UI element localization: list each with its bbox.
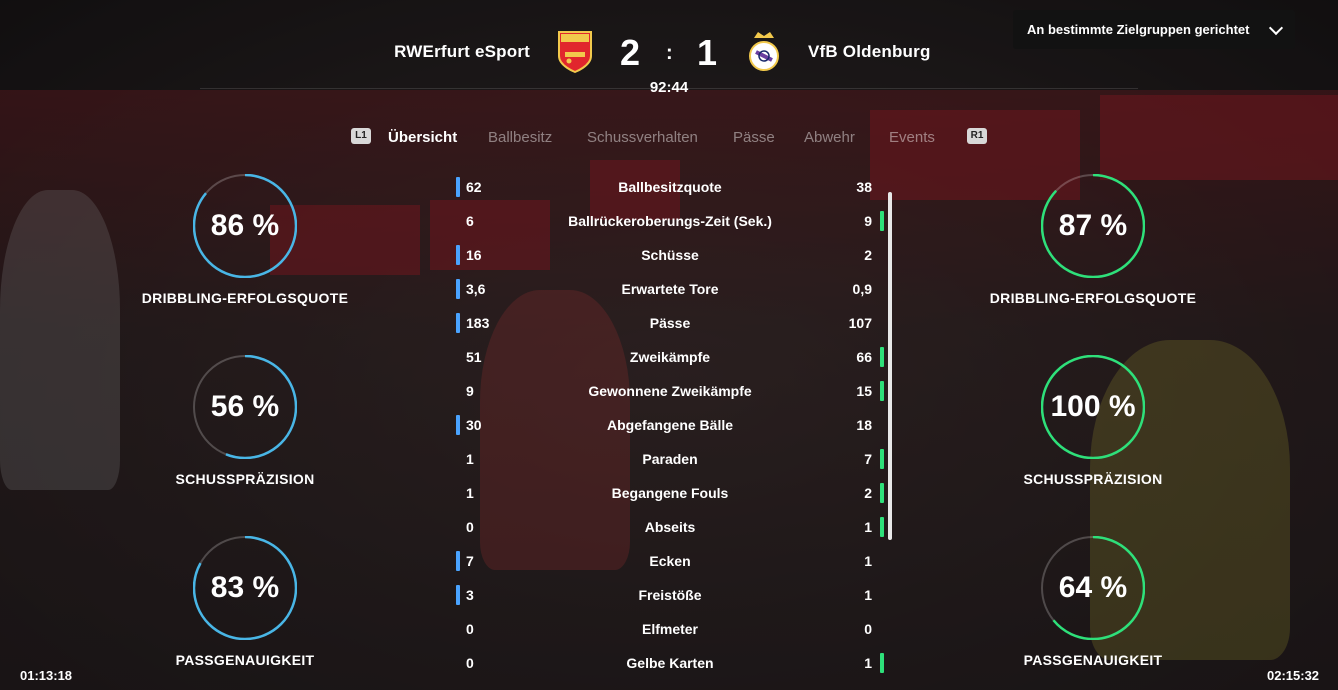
away-score: 1: [697, 32, 718, 73]
away-value: 1: [864, 587, 872, 603]
stats-tabs: L1 Übersicht Ballbesitz Schussverhalten …: [0, 128, 1338, 148]
arsenal-crest-icon: [557, 30, 593, 74]
tab-passes[interactable]: Pässe: [733, 129, 775, 146]
ring-value: 86 %: [210, 209, 280, 242]
divider: [200, 88, 1138, 89]
stat-name: Zweikämpfe: [629, 349, 711, 365]
away-value: 66: [856, 349, 872, 365]
away-value: 9: [864, 213, 872, 229]
stat-row: 16 Schüsse 2: [456, 245, 884, 280]
away-value: 38: [856, 179, 872, 195]
away-value: 1: [864, 553, 872, 569]
ring-value: 87 %: [1058, 209, 1128, 242]
ring-label: SCHUSSPRÄZISION: [175, 471, 315, 487]
stat-row: 3,6 Erwartete Tore 0,9: [456, 279, 884, 314]
away-value: 0,9: [852, 281, 872, 297]
stat-name: Pässe: [649, 315, 691, 331]
stat-name: Ballrückeroberungs-Zeit (Sek.): [568, 213, 772, 229]
home-score: 2: [620, 32, 641, 73]
away-value: 0: [864, 621, 872, 637]
stat-row: 0 Elfmeter 0: [456, 620, 884, 654]
away-value: 107: [848, 315, 872, 331]
tab-possession[interactable]: Ballbesitz: [488, 129, 552, 146]
tab-defence[interactable]: Abwehr: [804, 129, 855, 146]
away-value: 2: [864, 247, 872, 263]
stat-name: Begangene Fouls: [611, 485, 729, 501]
r1-button-icon[interactable]: R1: [967, 128, 987, 144]
tab-events[interactable]: Events: [889, 129, 935, 146]
away-team-name: VfB Oldenburg: [808, 42, 931, 61]
stat-name: Elfmeter: [641, 621, 699, 637]
stat-name: Gewonnene Zweikämpfe: [588, 383, 752, 399]
l1-button-icon[interactable]: L1: [351, 128, 371, 144]
stat-row: 51 Zweikämpfe 66: [456, 347, 884, 382]
stat-name: Schüsse: [641, 247, 699, 263]
stat-row: 183 Pässe 107: [456, 313, 884, 348]
stat-name: Freistöße: [638, 587, 702, 603]
stat-name: Erwartete Tore: [621, 281, 719, 297]
stat-name: Paraden: [642, 451, 698, 467]
stat-row: 30 Abgefangene Bälle 18: [456, 415, 884, 450]
elapsed-time: 01:13:18: [20, 668, 73, 683]
away-value: 18: [856, 417, 872, 433]
stat-name: Abgefangene Bälle: [606, 417, 734, 433]
away-value: 2: [864, 485, 872, 501]
ring-label: DRIBBLING-ERFOLGSQUOTE: [989, 290, 1197, 306]
tab-overview[interactable]: Übersicht: [388, 129, 457, 146]
total-time: 02:15:32: [1267, 668, 1320, 683]
stat-row: 62 Ballbesitzquote 38: [456, 177, 884, 212]
stat-name: Ecken: [649, 553, 691, 569]
stat-name: Abseits: [644, 519, 696, 535]
stat-row: 3 Freistöße 1: [456, 585, 884, 620]
ring-value: 83 %: [210, 571, 280, 604]
score-separator: :: [666, 42, 673, 64]
ring-label: PASSGENAUIGKEIT: [1023, 652, 1163, 668]
stat-row: 1 Paraden 7: [456, 449, 884, 484]
stat-name: Ballbesitzquote: [618, 179, 722, 195]
tab-shooting[interactable]: Schussverhalten: [587, 129, 698, 146]
away-value: 1: [864, 655, 872, 671]
stat-row: 9 Gewonnene Zweikämpfe 15: [456, 381, 884, 416]
stat-row: 0 Gelbe Karten 1: [456, 653, 884, 688]
stat-row: 1 Begangene Fouls 2: [456, 483, 884, 518]
home-team-name: RWErfurt eSport: [394, 42, 530, 61]
stats-scrollbar[interactable]: [888, 192, 892, 540]
ring-label: DRIBBLING-ERFOLGSQUOTE: [141, 290, 349, 306]
away-value: 1: [864, 519, 872, 535]
stat-row: 7 Ecken 1: [456, 551, 884, 586]
stat-row: 6 Ballrückeroberungs-Zeit (Sek.) 9: [456, 211, 884, 246]
stat-name: Gelbe Karten: [626, 655, 714, 671]
ring-label: PASSGENAUIGKEIT: [175, 652, 315, 668]
away-value: 7: [864, 451, 872, 467]
real-madrid-crest-icon: [746, 30, 782, 74]
ring-label: SCHUSSPRÄZISION: [1023, 471, 1163, 487]
ring-value: 100 %: [1050, 390, 1136, 423]
ring-value: 64 %: [1058, 571, 1128, 604]
away-value: 15: [856, 383, 872, 399]
stat-row: 0 Abseits 1: [456, 517, 884, 552]
ring-value: 56 %: [210, 390, 280, 423]
